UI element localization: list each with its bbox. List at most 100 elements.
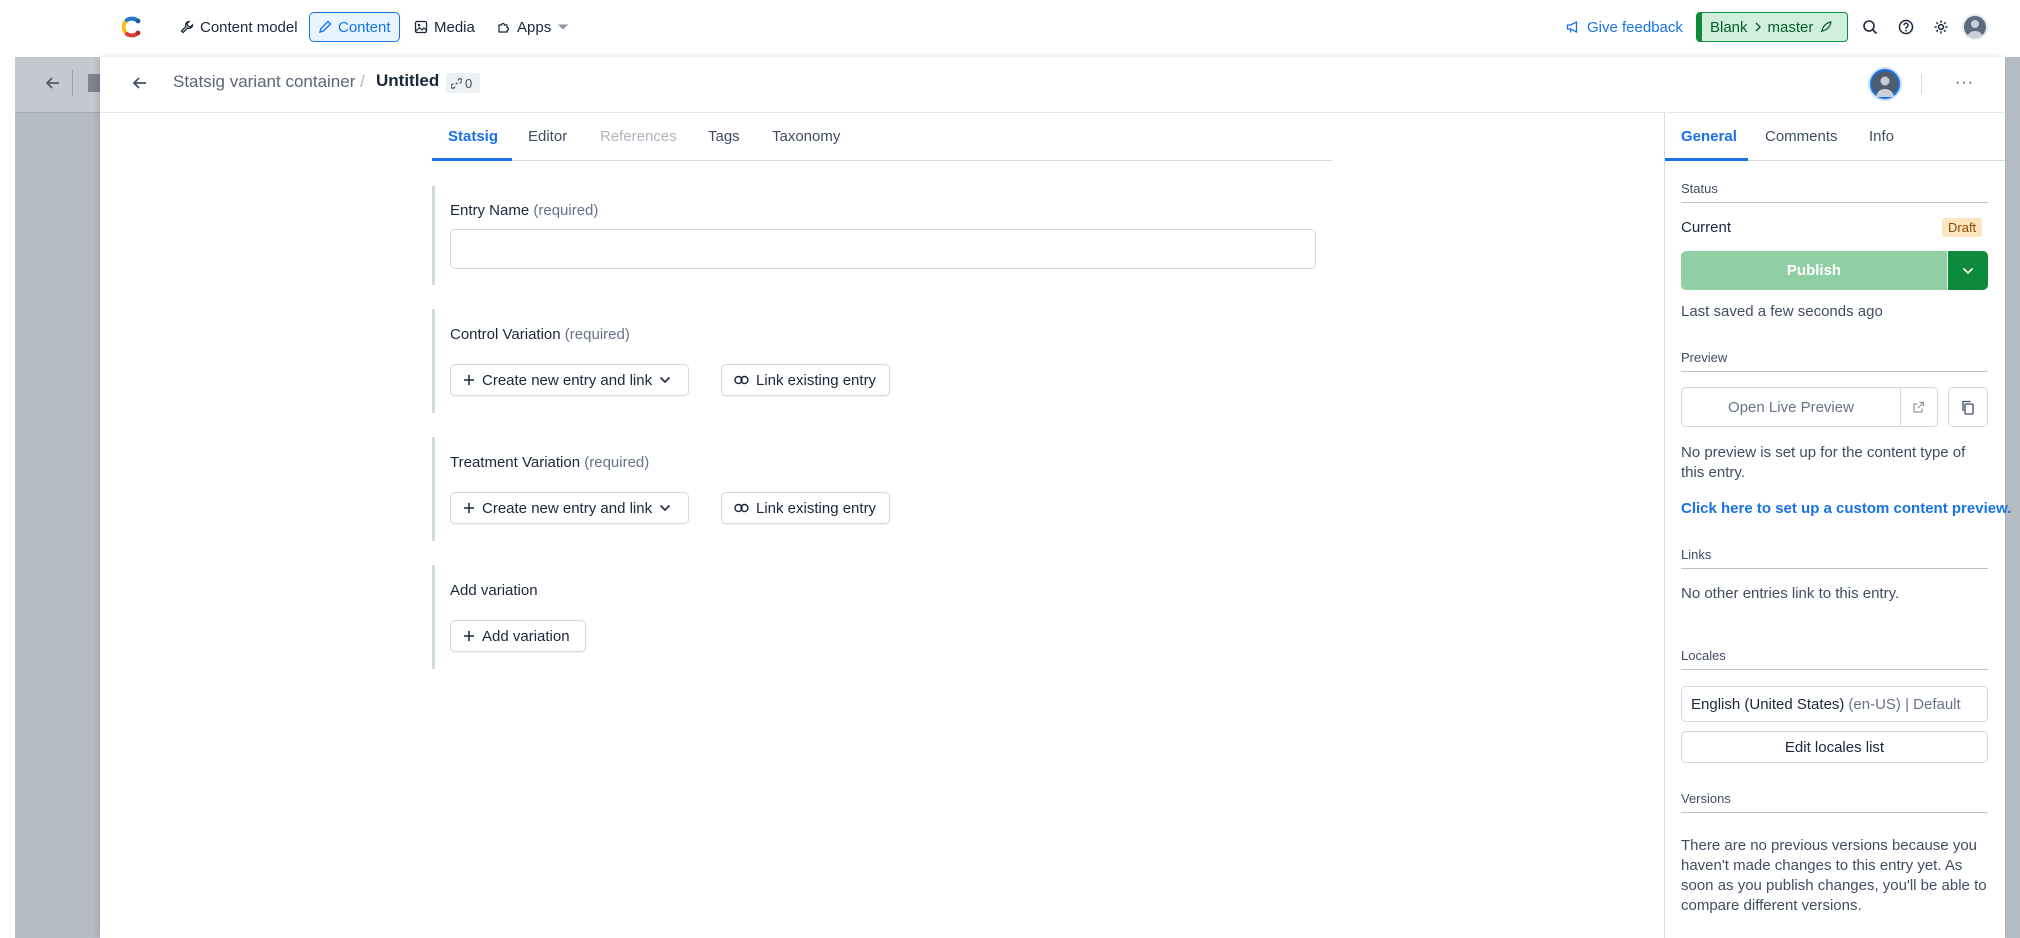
sidebar-tab-general[interactable]: General [1681,128,1737,145]
publish-button[interactable]: Publish [1681,251,1947,290]
control-variation-label: Control Variation (required) [450,326,630,343]
contentful-logo-icon[interactable] [118,14,144,40]
puzzle-icon [497,20,511,34]
tab-editor[interactable]: Editor [528,128,567,145]
external-link-icon [1912,401,1925,414]
locale-meta: (en-US) | Default [1848,695,1961,713]
sidebar-tab-info[interactable]: Info [1869,128,1894,145]
background-divider [72,70,73,96]
entry-name-input[interactable] [450,229,1316,269]
status-section-title: Status [1681,181,1988,203]
search-icon[interactable] [1859,16,1881,38]
treatment-variation-label-text: Treatment Variation [450,454,581,471]
treatment-create-entry-button[interactable]: Create new entry and link [450,492,689,524]
copy-icon [1961,400,1975,415]
nav-label: Apps [517,18,552,36]
tab-references[interactable]: References [600,128,677,145]
chevron-down-icon [659,504,671,512]
nav-apps[interactable]: Apps [489,12,577,42]
link-count-badge: 0 [446,73,480,93]
plus-icon [463,374,475,386]
link-existing-label: Link existing entry [756,371,877,389]
tab-taxonomy[interactable]: Taxonomy [772,128,840,145]
more-options-button[interactable]: ··· [1955,74,1974,92]
environment-switcher[interactable]: Blank master [1696,12,1848,42]
nav-content-model[interactable]: Content model [172,12,306,42]
links-section-title: Links [1681,547,1988,569]
required-marker: (required) [584,454,650,471]
tab-statsig[interactable]: Statsig [448,128,498,145]
gear-icon[interactable] [1930,16,1952,38]
entry-name-label-text: Entry Name [450,202,530,219]
preview-note: No preview is set up for the content typ… [1681,444,1966,481]
sidebar-tabs: General Comments Info [1665,113,2005,161]
control-link-existing-button[interactable]: Link existing entry [721,364,890,396]
nav-label: Media [434,18,475,36]
entry-name-label: Entry Name (required) [450,202,598,219]
give-feedback-link[interactable]: Give feedback [1566,12,1683,42]
link-icon [734,503,749,513]
pen-icon [318,20,332,34]
plus-icon [463,502,475,514]
top-navigation: Content model Content Media Apps Give fe… [0,0,2020,54]
locale-field: English (United States) (en-US) | Defaul… [1681,686,1988,722]
chevron-right-icon [1754,21,1762,33]
editor-avatar[interactable] [1870,69,1900,99]
open-preview-external-button[interactable] [1900,387,1938,427]
add-variation-field [432,565,435,669]
chevron-down-icon [659,376,671,384]
publish-options-button[interactable] [1948,251,1988,290]
locales-section-title: Locales [1681,648,1988,670]
image-icon [414,20,428,34]
link-count: 0 [465,75,473,91]
create-entry-label: Create new entry and link [482,499,653,517]
chevron-down-icon [1962,267,1974,275]
help-icon[interactable] [1895,16,1917,38]
wrench-icon [180,20,194,34]
entry-title: Untitled [376,71,440,90]
nav-content[interactable]: Content [309,12,400,42]
links-text: No other entries link to this entry. [1681,585,1900,602]
add-variation-button[interactable]: Add variation [450,620,586,652]
nav-label: Content model [200,18,298,36]
add-variation-heading: Add variation [450,582,538,599]
breadcrumb-content-type[interactable]: Statsig variant container [173,72,355,92]
breadcrumb-separator: / [360,72,365,91]
plus-icon [463,630,475,642]
caret-down-icon [557,23,569,31]
megaphone-icon [1566,20,1581,34]
treatment-variation-field [432,437,435,541]
preview-section-title: Preview [1681,350,1988,372]
sidebar-tab-comments[interactable]: Comments [1765,128,1838,145]
last-saved-text: Last saved a few seconds ago [1681,303,1883,320]
versions-section-title: Versions [1681,791,1988,813]
treatment-link-existing-button[interactable]: Link existing entry [721,492,890,524]
background-back-icon[interactable] [45,75,61,91]
give-feedback-label: Give feedback [1587,18,1683,36]
env-space-name: Blank [1710,18,1748,36]
nav-media[interactable]: Media [406,12,483,42]
control-variation-label-text: Control Variation [450,326,561,343]
tab-tags[interactable]: Tags [708,128,740,145]
edit-locales-button[interactable]: Edit locales list [1681,731,1988,763]
open-live-preview-button[interactable]: Open Live Preview [1681,387,1901,427]
setup-preview-link[interactable]: Click here to set up a custom content pr… [1681,500,2011,517]
copy-preview-link-button[interactable] [1948,387,1988,427]
treatment-variation-label: Treatment Variation (required) [450,454,649,471]
control-create-entry-button[interactable]: Create new entry and link [450,364,689,396]
back-arrow-icon[interactable] [132,75,148,91]
user-avatar[interactable] [1962,14,1988,40]
status-badge: Draft [1942,218,1983,237]
rocket-icon [1819,20,1833,34]
required-marker: (required) [533,202,599,219]
header-divider [1921,74,1922,94]
link-icon [451,77,462,89]
locale-name: English (United States) [1691,695,1845,713]
entry-tabs: Statsig Editor References Tags Taxonomy [432,113,1332,161]
required-marker: (required) [564,326,630,343]
link-icon [734,375,749,385]
versions-text: There are no previous versions because y… [1681,837,1987,914]
create-entry-label: Create new entry and link [482,371,653,389]
nav-label: Content [338,18,391,36]
active-tab-indicator [432,158,512,161]
